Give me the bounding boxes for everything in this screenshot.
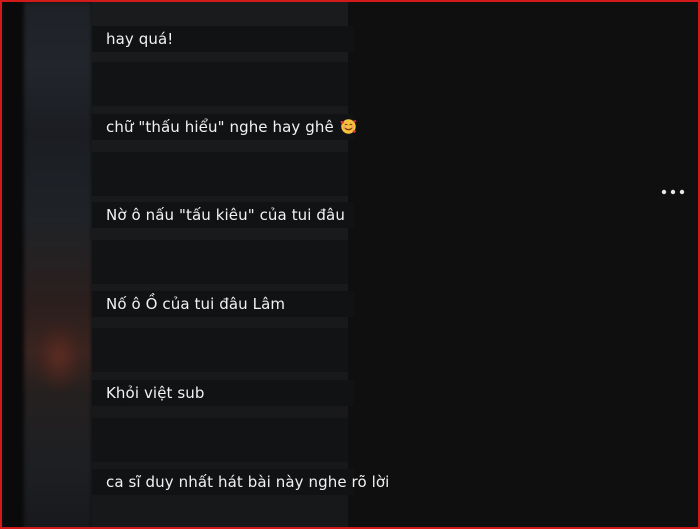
comment-item[interactable]: hay quá! — [92, 26, 354, 52]
panel-band — [92, 328, 348, 372]
comment-item[interactable]: ca sĩ duy nhất hát bài này nghe rõ lời — [92, 469, 389, 495]
comment-item[interactable]: Nố ô Ồ của tui đâu Lâm — [92, 291, 354, 317]
blurred-avatar-strip — [24, 2, 92, 527]
panel-band — [92, 62, 348, 106]
comment-text: chữ "thấu hiểu" nghe hay ghê — [106, 118, 357, 136]
panel-band — [92, 152, 348, 196]
left-edge — [4, 2, 24, 527]
video-area — [348, 2, 698, 527]
comment-item[interactable]: chữ "thấu hiểu" nghe hay ghê — [92, 114, 357, 140]
comment-text: Khỏi việt sub — [106, 384, 205, 402]
comment-item[interactable]: Khỏi việt sub — [92, 380, 354, 406]
more-options-icon — [661, 189, 685, 195]
comment-text: hay quá! — [106, 30, 174, 48]
panel-band — [92, 240, 348, 284]
comment-feed-screenshot: hay quá! chữ "thấu hiểu" nghe hay ghê Nờ… — [0, 0, 700, 529]
cut-off-text — [106, 2, 216, 18]
comment-item[interactable]: Nờ ô nấu "tấu kiêu" của tui đâu — [92, 202, 354, 228]
comment-text: ca sĩ duy nhất hát bài này nghe rõ lời — [106, 473, 390, 491]
more-options-button[interactable] — [659, 182, 687, 202]
comment-text: Nố ô Ồ của tui đâu Lâm — [106, 295, 286, 313]
comment-text: Nờ ô nấu "tấu kiêu" của tui đâu — [106, 206, 345, 224]
smiling-face-with-hearts-icon — [340, 119, 357, 134]
panel-band — [92, 418, 348, 462]
